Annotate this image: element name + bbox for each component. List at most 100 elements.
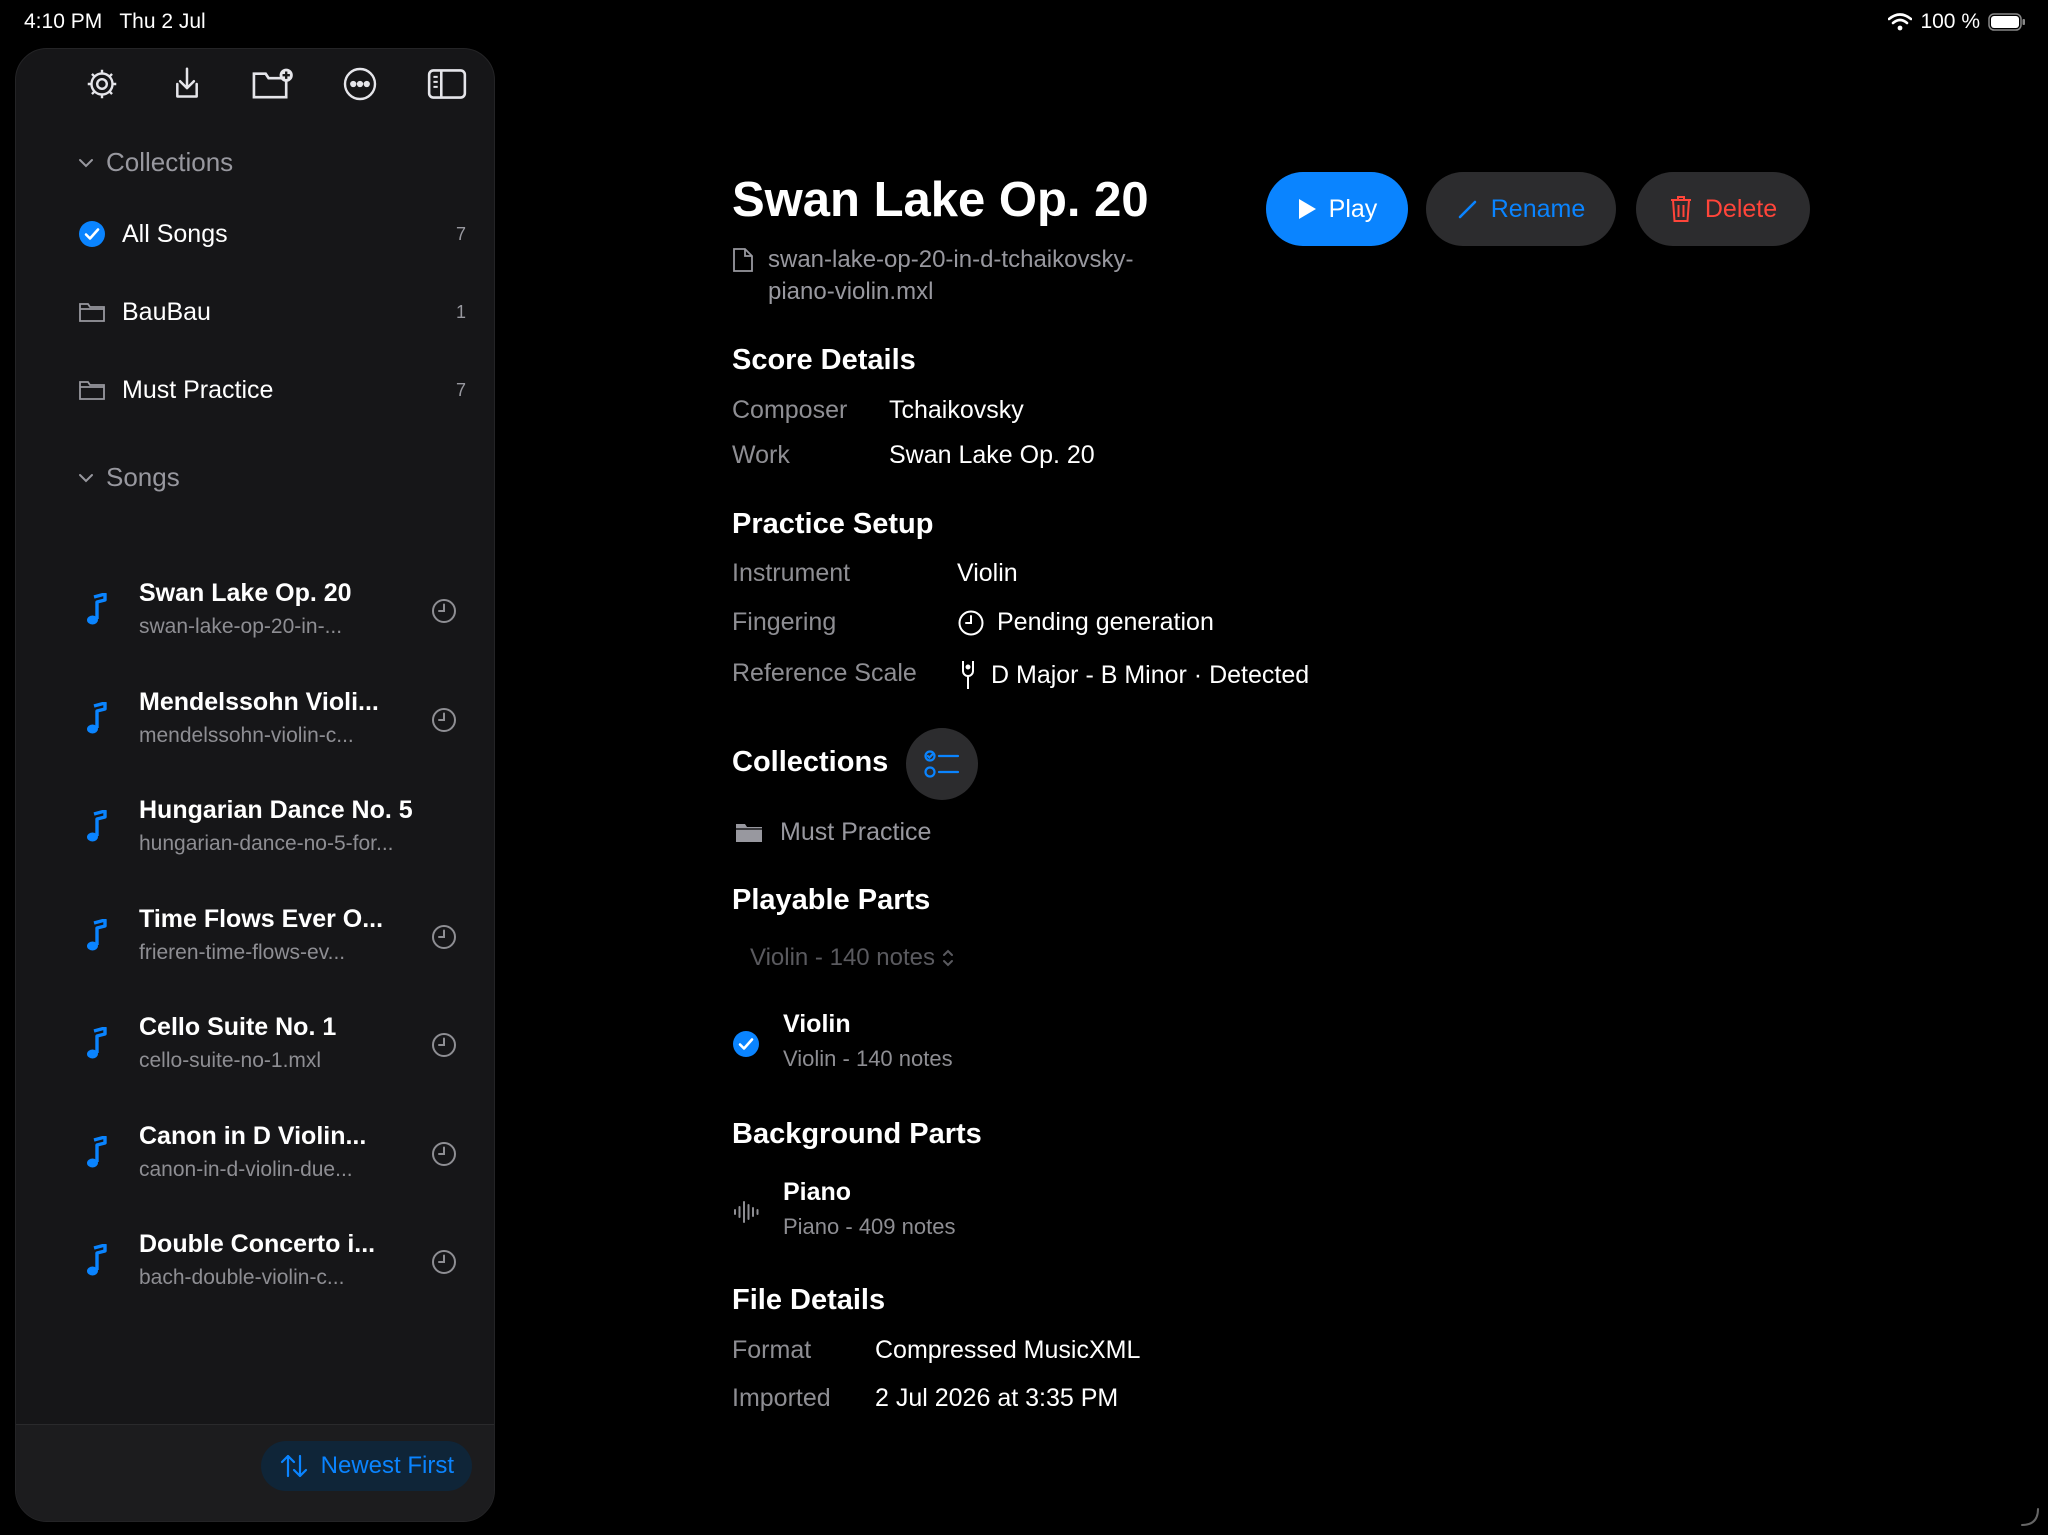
play-button-label: Play [1328, 194, 1378, 223]
collection-chip-label: Must Practice [780, 818, 932, 846]
chevron-up-down-icon [943, 949, 954, 967]
song-filename: bach-double-violin-c... [139, 1266, 345, 1289]
instrument-value: Violin [957, 559, 1018, 587]
background-parts-heading: Background Parts [732, 1118, 982, 1150]
clock-icon [432, 1033, 456, 1057]
imported-label: Imported [732, 1384, 831, 1412]
collection-label: All Songs [122, 219, 228, 248]
rename-button[interactable]: Rename [1426, 172, 1616, 246]
new-folder-icon[interactable] [250, 61, 296, 107]
resize-handle-icon[interactable] [2018, 1505, 2040, 1527]
song-filename: frieren-time-flows-ev... [139, 940, 346, 964]
collections-section-header[interactable]: Collections [78, 147, 233, 178]
play-button[interactable]: Play [1266, 172, 1408, 246]
folder-icon [79, 381, 105, 400]
song-list-item[interactable]: Cello Suite No. 1 cello-suite-no-1.mxl [86, 999, 466, 1089]
manage-collections-button[interactable] [906, 728, 978, 800]
song-title: Time Flows Ever O... [139, 904, 384, 933]
document-icon [733, 248, 753, 272]
reference-scale-label: Reference Scale [732, 659, 917, 687]
clock-icon [432, 1250, 456, 1274]
song-title: Hungarian Dance No. 5 [139, 796, 413, 824]
music-note-icon [87, 1027, 107, 1059]
music-note-icon [87, 918, 107, 950]
collections-heading: Collections [732, 746, 889, 778]
format-label: Format [732, 1336, 812, 1364]
rename-button-label: Rename [1490, 194, 1586, 223]
clock-icon [958, 610, 984, 635]
instrument-label: Instrument [732, 559, 851, 587]
chevron-down-icon [79, 158, 93, 167]
background-part-piano[interactable]: Piano Piano - 409 notes [732, 1178, 1232, 1248]
song-list-item[interactable]: Hungarian Dance No. 5 hungarian-dance-no-… [86, 782, 466, 872]
playable-part-detail: Violin - 140 notes [783, 1046, 953, 1071]
composer-label: Composer [732, 396, 848, 424]
sidebar-collection-all-songs[interactable]: All Songs 7 [78, 209, 466, 259]
song-list-item[interactable]: Swan Lake Op. 20 swan-lake-op-20-in-... [86, 565, 466, 655]
collections-header-label: Collections [106, 147, 234, 177]
playable-parts-heading: Playable Parts [732, 884, 931, 916]
music-note-icon [87, 593, 107, 625]
folder-icon [736, 823, 762, 842]
sidebar-collection-must-practice[interactable]: Must Practice 7 [78, 365, 466, 415]
more-ellipsis-icon[interactable] [337, 61, 383, 107]
song-title: Canon in D Violin... [139, 1121, 367, 1150]
song-title: Swan Lake Op. 20 [139, 579, 352, 607]
collection-count: 1 [455, 301, 466, 322]
collection-label: BauBau [122, 297, 211, 326]
pencil-icon [1458, 200, 1477, 219]
sidebar-toggle-icon[interactable] [424, 61, 470, 107]
reference-scale-value: D Major - B Minor · Detected [957, 659, 1309, 691]
sidebar: Collections All Songs 7 BauBau 1 Must Pr… [15, 48, 495, 1522]
fingering-value: Pending generation [957, 608, 1214, 637]
song-title: Mendelssohn Violi... [139, 687, 379, 716]
import-download-icon[interactable] [164, 61, 210, 107]
songs-section-header[interactable]: Songs [78, 462, 180, 493]
clock-icon [432, 1141, 456, 1166]
playable-part-violin[interactable]: Violin Violin - 140 notes [732, 1010, 1232, 1080]
work-label: Work [732, 441, 790, 469]
clock-icon [432, 707, 456, 732]
song-list-item[interactable]: Double Concerto i... bach-double-violin-c… [86, 1216, 466, 1306]
status-bar-right: 100 % [1888, 10, 2026, 34]
page-title: Swan Lake Op. 20 [732, 173, 1149, 227]
song-filename: canon-in-d-violin-due... [139, 1157, 353, 1181]
music-note-icon [87, 810, 107, 842]
settings-gear-icon[interactable] [79, 61, 125, 107]
fingering-text: Pending generation [997, 608, 1214, 636]
sort-arrows-icon [280, 1454, 307, 1478]
playable-part-picker[interactable]: Violin - 140 notes [750, 944, 955, 972]
song-list-item[interactable]: Mendelssohn Violi... mendelssohn-violin-c… [86, 674, 466, 764]
composer-value: Tchaikovsky [889, 396, 1024, 424]
sort-order-button[interactable]: Newest First [260, 1441, 472, 1491]
reference-scale-text: D Major - B Minor · Detected [991, 660, 1310, 689]
file-name: swan-lake-op-20-in-d-tchaikovsky- piano-… [732, 244, 1133, 308]
song-filename: hungarian-dance-no-5-for... [139, 832, 394, 855]
sidebar-collection-baubau[interactable]: BauBau 1 [78, 287, 466, 337]
imported-value: 2 Jul 2026 at 3:35 PM [875, 1384, 1119, 1412]
music-note-icon [87, 701, 107, 733]
chevron-down-icon [79, 473, 93, 482]
sort-order-label: Newest First [320, 1452, 454, 1479]
checkmark-circle-icon [733, 1031, 759, 1057]
background-part-name: Piano [783, 1178, 852, 1206]
song-list-item[interactable]: Canon in D Violin... canon-in-d-violin-du… [86, 1108, 466, 1198]
song-filename: swan-lake-op-20-in-... [139, 615, 343, 638]
battery-percentage: 100 % [1920, 10, 1980, 33]
song-list-item[interactable]: Time Flows Ever O... frieren-time-flows-e… [86, 891, 466, 981]
tuning-fork-icon [962, 661, 974, 689]
folder-icon [79, 303, 105, 322]
delete-button-label: Delete [1704, 194, 1778, 223]
practice-setup-heading: Practice Setup [732, 508, 934, 540]
clock-icon [432, 924, 456, 949]
music-note-icon [87, 1135, 107, 1167]
checkmark-circle-icon [79, 221, 105, 247]
song-title: Double Concerto i... [139, 1230, 376, 1258]
delete-button[interactable]: Delete [1636, 172, 1810, 246]
collection-chip-must-practice: Must Practice [734, 818, 931, 847]
playable-part-name: Violin [783, 1010, 851, 1038]
format-value: Compressed MusicXML [875, 1336, 1141, 1364]
play-icon [1298, 199, 1316, 219]
music-note-icon [87, 1244, 107, 1276]
wifi-icon [1888, 13, 1913, 31]
